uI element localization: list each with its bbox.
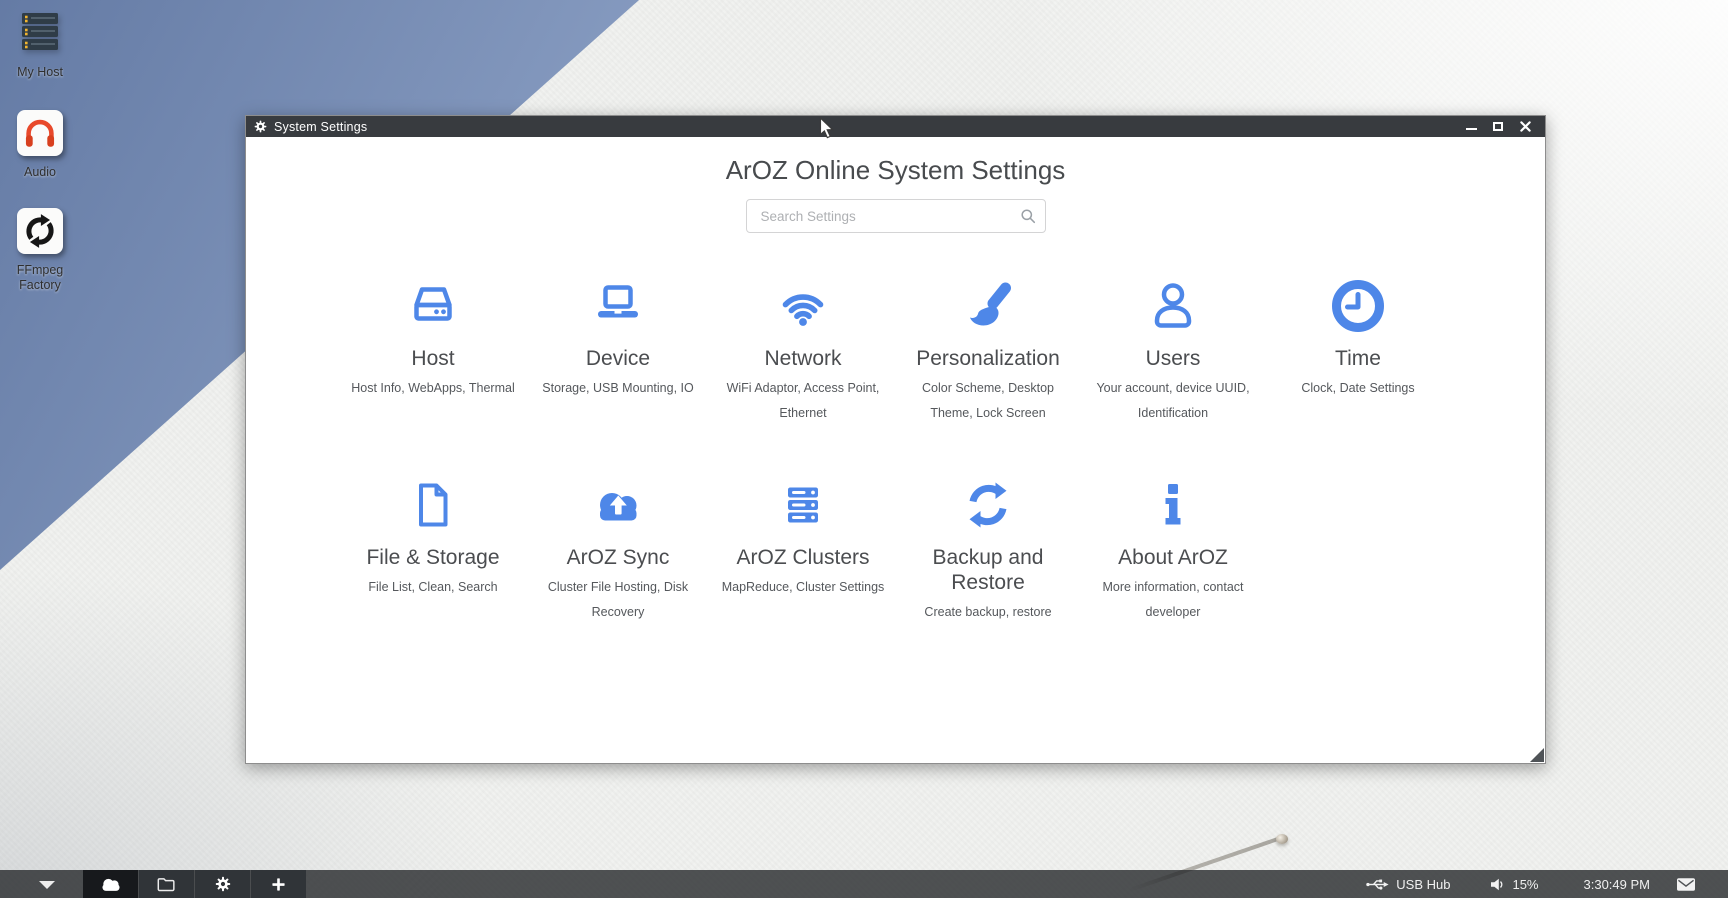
search-box [746,199,1046,233]
settings-category-users[interactable]: Users Your account, device UUID, Identif… [1081,275,1266,426]
category-title: Host [341,346,526,371]
device-laptop-icon [526,275,711,333]
taskbar-item-add-app[interactable] [251,870,306,898]
settings-category-about-aroz[interactable]: About ArOZ More information, contact dev… [1081,474,1266,625]
category-title: File & Storage [341,545,526,570]
category-subtitle: File List, Clean, Search [341,575,526,600]
tray-volume[interactable]: 15% [1490,877,1538,892]
desktop-icon-audio[interactable]: Audio [5,110,75,180]
system-settings-window: System Settings ArOZ Online System Setti… [245,115,1546,764]
category-title: Network [711,346,896,371]
headphones-icon [17,110,63,156]
gear-icon [254,120,267,133]
category-subtitle: Host Info, WebApps, Thermal [341,376,526,401]
settings-category-host[interactable]: Host Host Info, WebApps, Thermal [341,275,526,426]
window-title: System Settings [274,120,367,134]
desktop-icon-label: Audio [5,165,75,180]
taskbar-item-settings[interactable] [195,870,250,898]
close-icon [1520,121,1531,132]
settings-category-time[interactable]: Time Clock, Date Settings [1266,275,1451,426]
wire-anchor-decoration [1276,834,1288,844]
envelope-icon [1677,878,1695,891]
category-title: Time [1266,346,1451,371]
category-title: ArOZ Sync [526,545,711,570]
category-subtitle: More information, contact developer [1081,575,1266,625]
maximize-icon [1493,122,1503,131]
settings-row-1: Host Host Info, WebApps, Thermal Device [341,275,1451,426]
volume-percent-label: 15% [1512,877,1538,892]
settings-category-aroz-sync[interactable]: ArOZ Sync Cluster File Hosting, Disk Rec… [526,474,711,625]
taskbar-tray: USB Hub 15% 3:30:49 PM [1366,870,1728,898]
category-title: Device [526,346,711,371]
file-storage-document-icon [341,474,526,532]
taskbar-app-blocks [83,870,306,898]
aroz-clusters-server-stack-icon [711,474,896,532]
window-resize-handle[interactable] [1530,748,1544,762]
clock-label[interactable]: 3:30:49 PM [1584,877,1651,892]
settings-category-personalization[interactable]: Personalization Color Scheme, Desktop Th… [896,275,1081,426]
category-subtitle: WiFi Adaptor, Access Point, Ethernet [711,376,896,426]
desktop-icon-ffmpeg-factory[interactable]: FFmpeg Factory [5,208,75,293]
gear-icon [215,876,231,892]
settings-category-device[interactable]: Device Storage, USB Mounting, IO [526,275,711,426]
time-clock-icon [1266,275,1451,333]
settings-grid: Host Host Info, WebApps, Thermal Device [341,275,1451,625]
category-subtitle: Color Scheme, Desktop Theme, Lock Screen [896,376,1081,426]
window-content: ArOZ Online System Settings [246,137,1545,763]
settings-category-aroz-clusters[interactable]: ArOZ Clusters MapReduce, Cluster Setting… [711,474,896,625]
category-title: Backup and Restore [896,545,1081,595]
folder-icon [157,877,176,892]
settings-category-network[interactable]: Network WiFi Adaptor, Access Point, Ethe… [711,275,896,426]
category-title: Users [1081,346,1266,371]
taskbar: USB Hub 15% 3:30:49 PM [0,870,1728,898]
settings-category-backup-restore[interactable]: Backup and Restore Create backup, restor… [896,474,1081,625]
aroz-sync-cloud-upload-icon [526,474,711,532]
page-title: ArOZ Online System Settings [246,155,1545,186]
about-info-icon [1081,474,1266,532]
cloud-icon [99,876,123,892]
category-title: About ArOZ [1081,545,1266,570]
category-subtitle: Cluster File Hosting, Disk Recovery [526,575,711,625]
backup-restore-sync-icon [896,474,1081,532]
host-drive-icon [341,275,526,333]
category-subtitle: Create backup, restore [896,600,1081,625]
settings-category-file-storage[interactable]: File & Storage File List, Clean, Search [341,474,526,625]
desktop-icon-my-host[interactable]: My Host [5,10,75,80]
taskbar-item-file-manager[interactable] [139,870,194,898]
desktop-icon-label: FFmpeg Factory [5,263,75,293]
usb-icon [1366,878,1389,891]
close-button[interactable] [1518,120,1532,134]
window-titlebar[interactable]: System Settings [246,116,1545,137]
maximize-button[interactable] [1491,120,1505,134]
recycle-arrows-icon [17,208,63,254]
tray-usb[interactable]: USB Hub [1366,877,1450,892]
category-title: ArOZ Clusters [711,545,896,570]
usb-hub-label: USB Hub [1396,877,1450,892]
desktop-icon-label: My Host [5,65,75,80]
category-subtitle: Storage, USB Mounting, IO [526,376,711,401]
search-input[interactable] [746,199,1046,233]
minimize-icon [1466,128,1477,130]
tray-messages[interactable] [1677,878,1695,891]
settings-row-2: File & Storage File List, Clean, Search [341,474,1451,625]
search-icon [1020,208,1036,224]
minimize-button[interactable] [1464,120,1478,134]
category-subtitle: Clock, Date Settings [1266,376,1451,401]
desktop: My Host Audio FFmpeg Factory [0,0,1728,898]
users-person-icon [1081,275,1266,333]
category-title: Personalization [896,346,1081,371]
network-wifi-icon [711,275,896,333]
plus-icon [271,877,286,892]
taskbar-expand-caret-icon[interactable] [39,881,55,889]
speaker-icon [1490,878,1505,891]
personalization-brush-icon [896,275,1081,333]
category-subtitle: MapReduce, Cluster Settings [711,575,896,600]
taskbar-item-desktop[interactable] [83,870,138,898]
server-icon [17,10,63,56]
category-subtitle: Your account, device UUID, Identificatio… [1081,376,1266,426]
